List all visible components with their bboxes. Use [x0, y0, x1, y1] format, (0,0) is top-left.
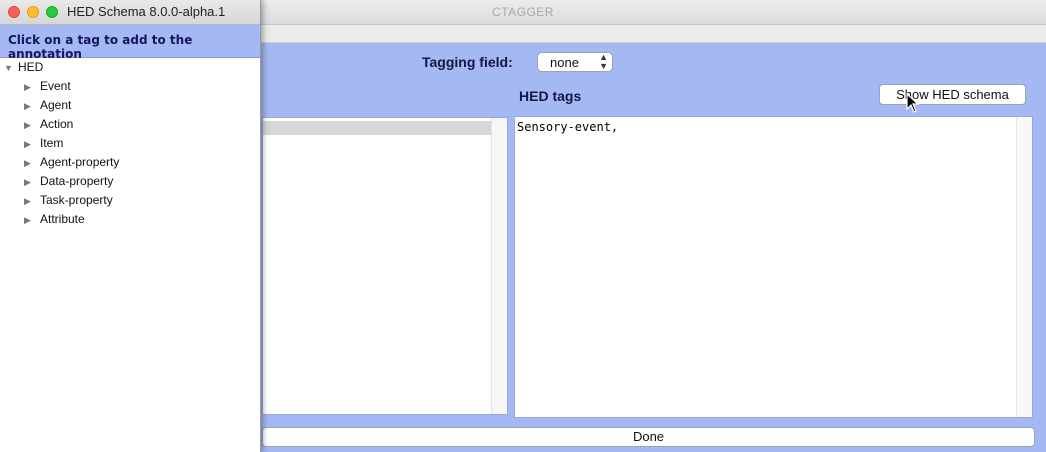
triangle-right-icon[interactable]: ▶ [24, 177, 34, 188]
tagging-field-value: none [550, 55, 579, 70]
tree-node-label: Attribute [40, 212, 85, 226]
triangle-right-icon[interactable]: ▶ [24, 139, 34, 150]
tree-node-data-property[interactable]: ▶ Data-property [24, 174, 113, 193]
show-hed-schema-button[interactable]: Show HED schema [879, 84, 1026, 105]
tree-node-label: Event [40, 79, 71, 93]
tree-node-label: Data-property [40, 174, 114, 188]
left-vertical-scrollbar[interactable] [491, 118, 507, 414]
tree-node-item[interactable]: ▶ Item [24, 136, 63, 155]
selected-list-row[interactable] [263, 121, 491, 135]
tagging-field-label: Tagging field: [422, 54, 513, 70]
hed-tags-text: Sensory-event, [517, 120, 619, 134]
schema-window-title: HED Schema 8.0.0-alpha.1 [67, 4, 226, 19]
tree-node-event[interactable]: ▶ Event [24, 79, 71, 98]
triangle-right-icon[interactable]: ▶ [24, 196, 34, 207]
schema-titlebar: HED Schema 8.0.0-alpha.1 [0, 0, 260, 25]
triangle-right-icon[interactable]: ▶ [24, 158, 34, 169]
schema-instruction-text: Click on a tag to add to the annotation [8, 33, 193, 61]
tree-node-label: HED [18, 60, 44, 74]
tagging-field-select[interactable]: none ▲ ▼ [537, 52, 613, 72]
tree-node-label: Action [40, 117, 74, 131]
triangle-right-icon[interactable]: ▶ [24, 101, 34, 112]
schema-instruction-bar: Click on a tag to add to the annotation [0, 25, 260, 61]
tree-node-attribute[interactable]: ▶ Attribute [24, 212, 85, 231]
triangle-right-icon[interactable]: ▶ [24, 82, 34, 93]
tree-node-task-property[interactable]: ▶ Task-property [24, 193, 113, 212]
arrow-cursor-icon [906, 93, 920, 113]
hed-tags-label: HED tags [519, 88, 582, 104]
done-button[interactable]: Done [262, 427, 1035, 447]
tree-node-agent[interactable]: ▶ Agent [24, 98, 71, 117]
hed-schema-window: HED Schema 8.0.0-alpha.1 Click on a tag … [0, 0, 261, 452]
tree-node-label: Item [40, 136, 64, 150]
close-icon[interactable] [8, 6, 20, 18]
maximize-icon[interactable] [46, 6, 58, 18]
minimize-icon[interactable] [27, 6, 39, 18]
tree-node-action[interactable]: ▶ Action [24, 117, 73, 136]
tree-node-agent-property[interactable]: ▶ Agent-property [24, 155, 119, 174]
hed-tags-textarea[interactable]: Sensory-event, [514, 116, 1033, 418]
select-arrows-icon: ▲ ▼ [599, 52, 608, 71]
tree-node-label: Agent [40, 98, 72, 112]
tree-node-label: Agent-property [40, 155, 120, 169]
triangle-down-icon[interactable]: ▼ [4, 63, 14, 73]
triangle-right-icon[interactable]: ▶ [24, 215, 34, 226]
event-list-panel[interactable] [262, 117, 508, 415]
triangle-right-icon[interactable]: ▶ [24, 120, 34, 131]
tree-node-hed[interactable]: ▼ HED [4, 60, 43, 79]
right-vertical-scrollbar[interactable] [1016, 117, 1032, 417]
tree-node-label: Task-property [40, 193, 113, 207]
